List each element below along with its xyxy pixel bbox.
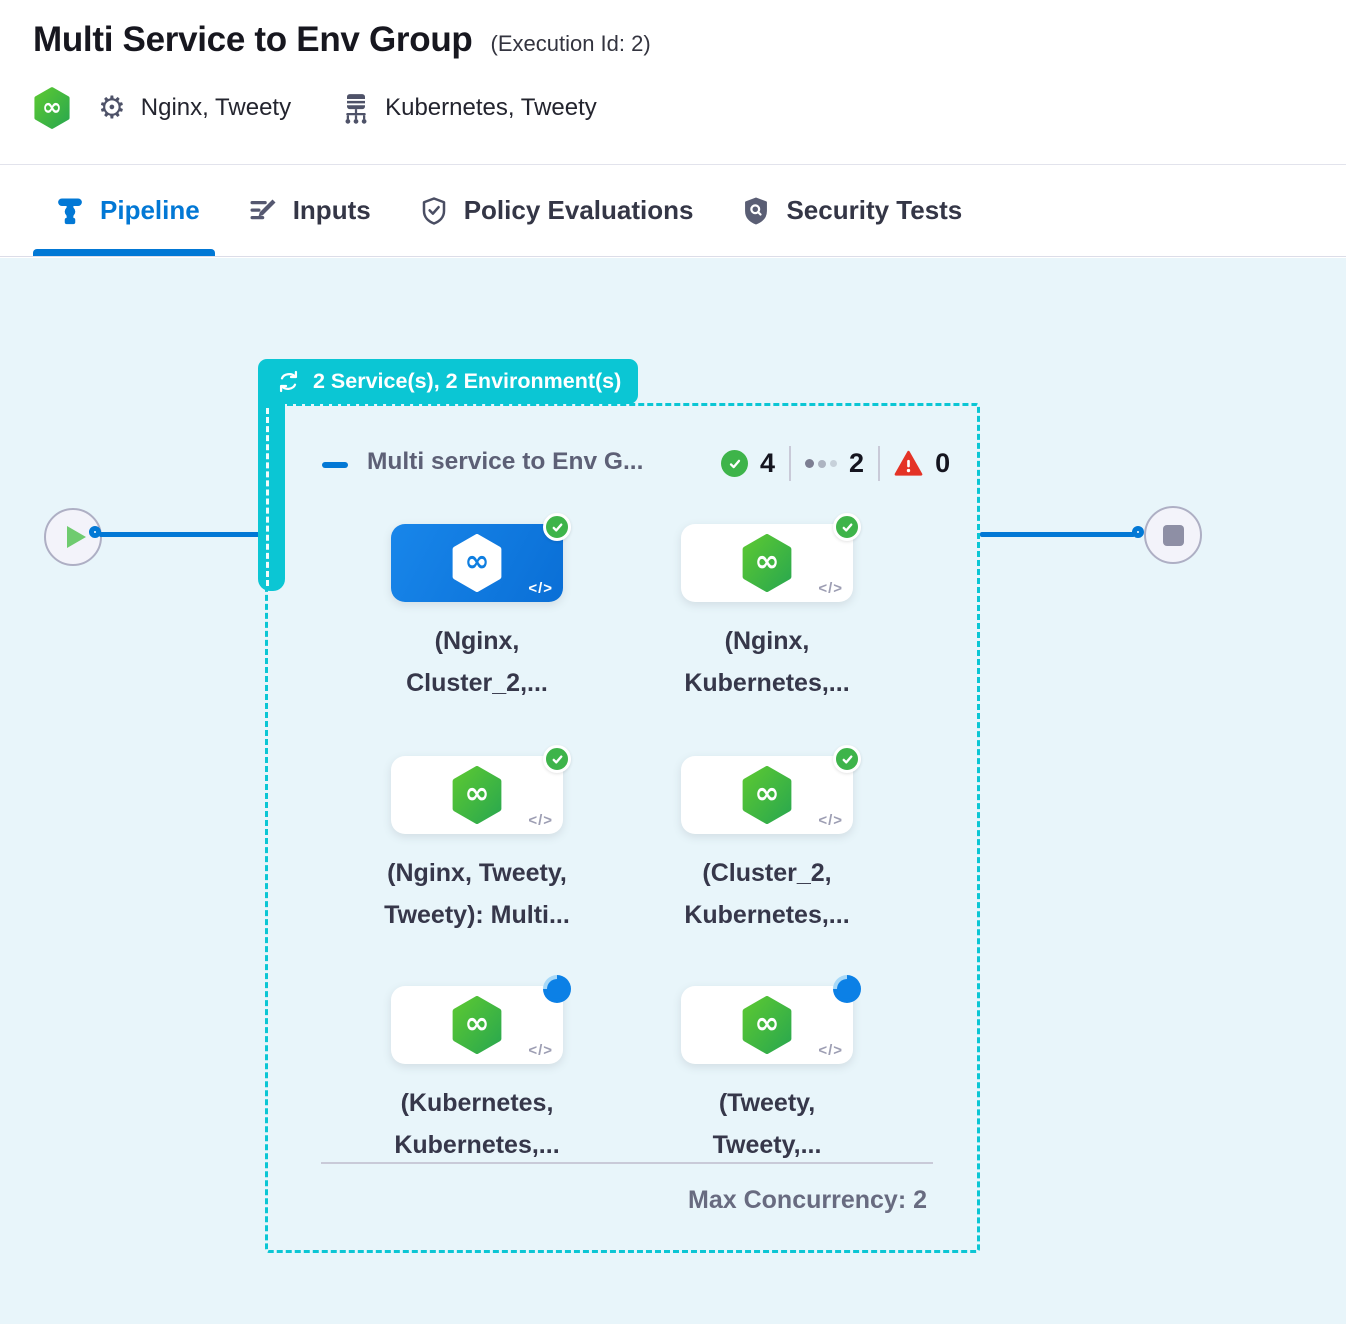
inputs-icon xyxy=(248,196,278,226)
max-concurrency-label: Max Concurrency: 2 xyxy=(688,1186,927,1215)
stage-tile[interactable]: ∞ </> xyxy=(391,756,563,834)
pipeline-icon xyxy=(55,196,85,226)
infinity-glyph: ∞ xyxy=(42,93,62,121)
running-count: 2 xyxy=(849,448,864,479)
play-icon xyxy=(67,526,86,548)
stage-tile[interactable]: ∞ </> xyxy=(681,756,853,834)
services-label: Nginx, Tweety xyxy=(141,94,291,122)
infinity-glyph: ∞ xyxy=(465,544,490,579)
tab-inputs-label: Inputs xyxy=(293,195,371,226)
node-label: (Kubernetes,Kubernetes,... xyxy=(337,1082,617,1166)
code-icon: </> xyxy=(528,812,553,829)
stage-tile-selected[interactable]: ∞ </> xyxy=(391,524,563,602)
connector-line-right xyxy=(980,532,1135,537)
tab-policy-evaluations[interactable]: Policy Evaluations xyxy=(419,165,694,256)
connector-line-left xyxy=(99,532,266,537)
tab-inputs[interactable]: Inputs xyxy=(248,165,371,256)
harness-step-icon: ∞ xyxy=(450,766,504,824)
footer-divider xyxy=(321,1162,933,1164)
page-header: Multi Service to Env Group (Execution Id… xyxy=(0,0,1346,164)
failed-count-icon xyxy=(894,450,923,477)
count-divider xyxy=(878,446,880,481)
code-icon: </> xyxy=(528,1042,553,1059)
success-badge-icon xyxy=(833,745,861,773)
infinity-glyph: ∞ xyxy=(755,544,780,579)
running-spinner-icon xyxy=(833,975,861,1003)
stage-name[interactable]: Multi service to Env G... xyxy=(367,448,643,476)
node-label: (Nginx,Kubernetes,... xyxy=(627,620,907,704)
environments-icon xyxy=(341,92,371,125)
environments-label: Kubernetes, Tweety xyxy=(385,94,597,122)
success-badge-icon xyxy=(543,745,571,773)
tab-pipeline-label: Pipeline xyxy=(100,195,200,226)
matrix-node: ∞ </> (Cluster_2,Kubernetes,... xyxy=(681,756,853,834)
connector-dot-right xyxy=(1132,526,1144,538)
stage-tile[interactable]: ∞ </> xyxy=(681,524,853,602)
running-count-icon xyxy=(805,459,837,468)
matrix-node: ∞ </> (Nginx, Tweety,Tweety): Multi... xyxy=(391,756,563,834)
tab-security-tests[interactable]: Security Tests xyxy=(741,165,962,256)
page-title: Multi Service to Env Group xyxy=(33,20,473,60)
pipeline-canvas: Multi service to Env G... 4 2 0 xyxy=(0,258,1346,1324)
harness-step-icon: ∞ xyxy=(740,534,794,592)
infinity-glyph: ∞ xyxy=(465,1006,490,1041)
code-icon: </> xyxy=(528,580,553,597)
node-label: (Tweety,Tweety,... xyxy=(627,1082,907,1166)
matrix-node: ∞ </> (Kubernetes,Kubernetes,... xyxy=(391,986,563,1064)
infinity-glyph: ∞ xyxy=(755,776,780,811)
infinity-glyph: ∞ xyxy=(465,776,490,811)
loop-icon xyxy=(275,368,302,395)
matrix-tail-dashes xyxy=(266,408,269,586)
harness-step-icon: ∞ xyxy=(740,996,794,1054)
infinity-glyph: ∞ xyxy=(755,1006,780,1041)
title-row: Multi Service to Env Group (Execution Id… xyxy=(33,20,651,60)
count-divider xyxy=(789,446,791,481)
node-label: (Cluster_2,Kubernetes,... xyxy=(627,852,907,936)
collapse-minus-icon[interactable] xyxy=(322,462,348,468)
tab-policy-label: Policy Evaluations xyxy=(464,195,694,226)
harness-step-icon: ∞ xyxy=(450,996,504,1054)
stop-icon xyxy=(1163,525,1184,546)
execution-id: (Execution Id: 2) xyxy=(491,31,651,57)
code-icon: </> xyxy=(818,812,843,829)
shield-check-icon xyxy=(419,196,449,226)
node-label: (Nginx,Cluster_2,... xyxy=(337,620,617,704)
success-count: 4 xyxy=(760,448,775,479)
matrix-node: ∞ </> (Nginx,Cluster_2,... xyxy=(391,524,563,602)
running-spinner-icon xyxy=(543,975,571,1003)
harness-step-icon: ∞ xyxy=(450,534,504,592)
matrix-stage-group: Multi service to Env G... 4 2 0 xyxy=(265,403,980,1253)
harness-cd-icon: ∞ xyxy=(33,87,71,129)
shield-magnifier-icon xyxy=(741,196,771,226)
matrix-badge-label: 2 Service(s), 2 Environment(s) xyxy=(313,369,621,394)
stage-status-counts: 4 2 0 xyxy=(721,446,950,481)
pipeline-end-node xyxy=(1144,506,1202,564)
tab-security-label: Security Tests xyxy=(786,195,962,226)
matrix-node: ∞ </> (Nginx,Kubernetes,... xyxy=(681,524,853,602)
success-count-icon xyxy=(721,450,748,477)
stage-tile[interactable]: ∞ </> xyxy=(681,986,853,1064)
success-badge-icon xyxy=(543,513,571,541)
node-label: (Nginx, Tweety,Tweety): Multi... xyxy=(337,852,617,936)
gear-icon: ⚙ xyxy=(98,93,126,124)
code-icon: </> xyxy=(818,580,843,597)
matrix-badge[interactable]: 2 Service(s), 2 Environment(s) xyxy=(258,359,638,404)
tab-bar: Pipeline Inputs Policy Evaluations xyxy=(0,164,1346,257)
matrix-node: ∞ </> (Tweety,Tweety,... xyxy=(681,986,853,1064)
stage-tile[interactable]: ∞ </> xyxy=(391,986,563,1064)
tab-pipeline[interactable]: Pipeline xyxy=(55,165,200,256)
connector-dot-left xyxy=(89,526,101,538)
success-badge-icon xyxy=(833,513,861,541)
code-icon: </> xyxy=(818,1042,843,1059)
failed-count: 0 xyxy=(935,448,950,479)
harness-step-icon: ∞ xyxy=(740,766,794,824)
header-meta-row: ∞ ⚙ Nginx, Tweety Kubernetes, Tweety xyxy=(33,86,597,130)
